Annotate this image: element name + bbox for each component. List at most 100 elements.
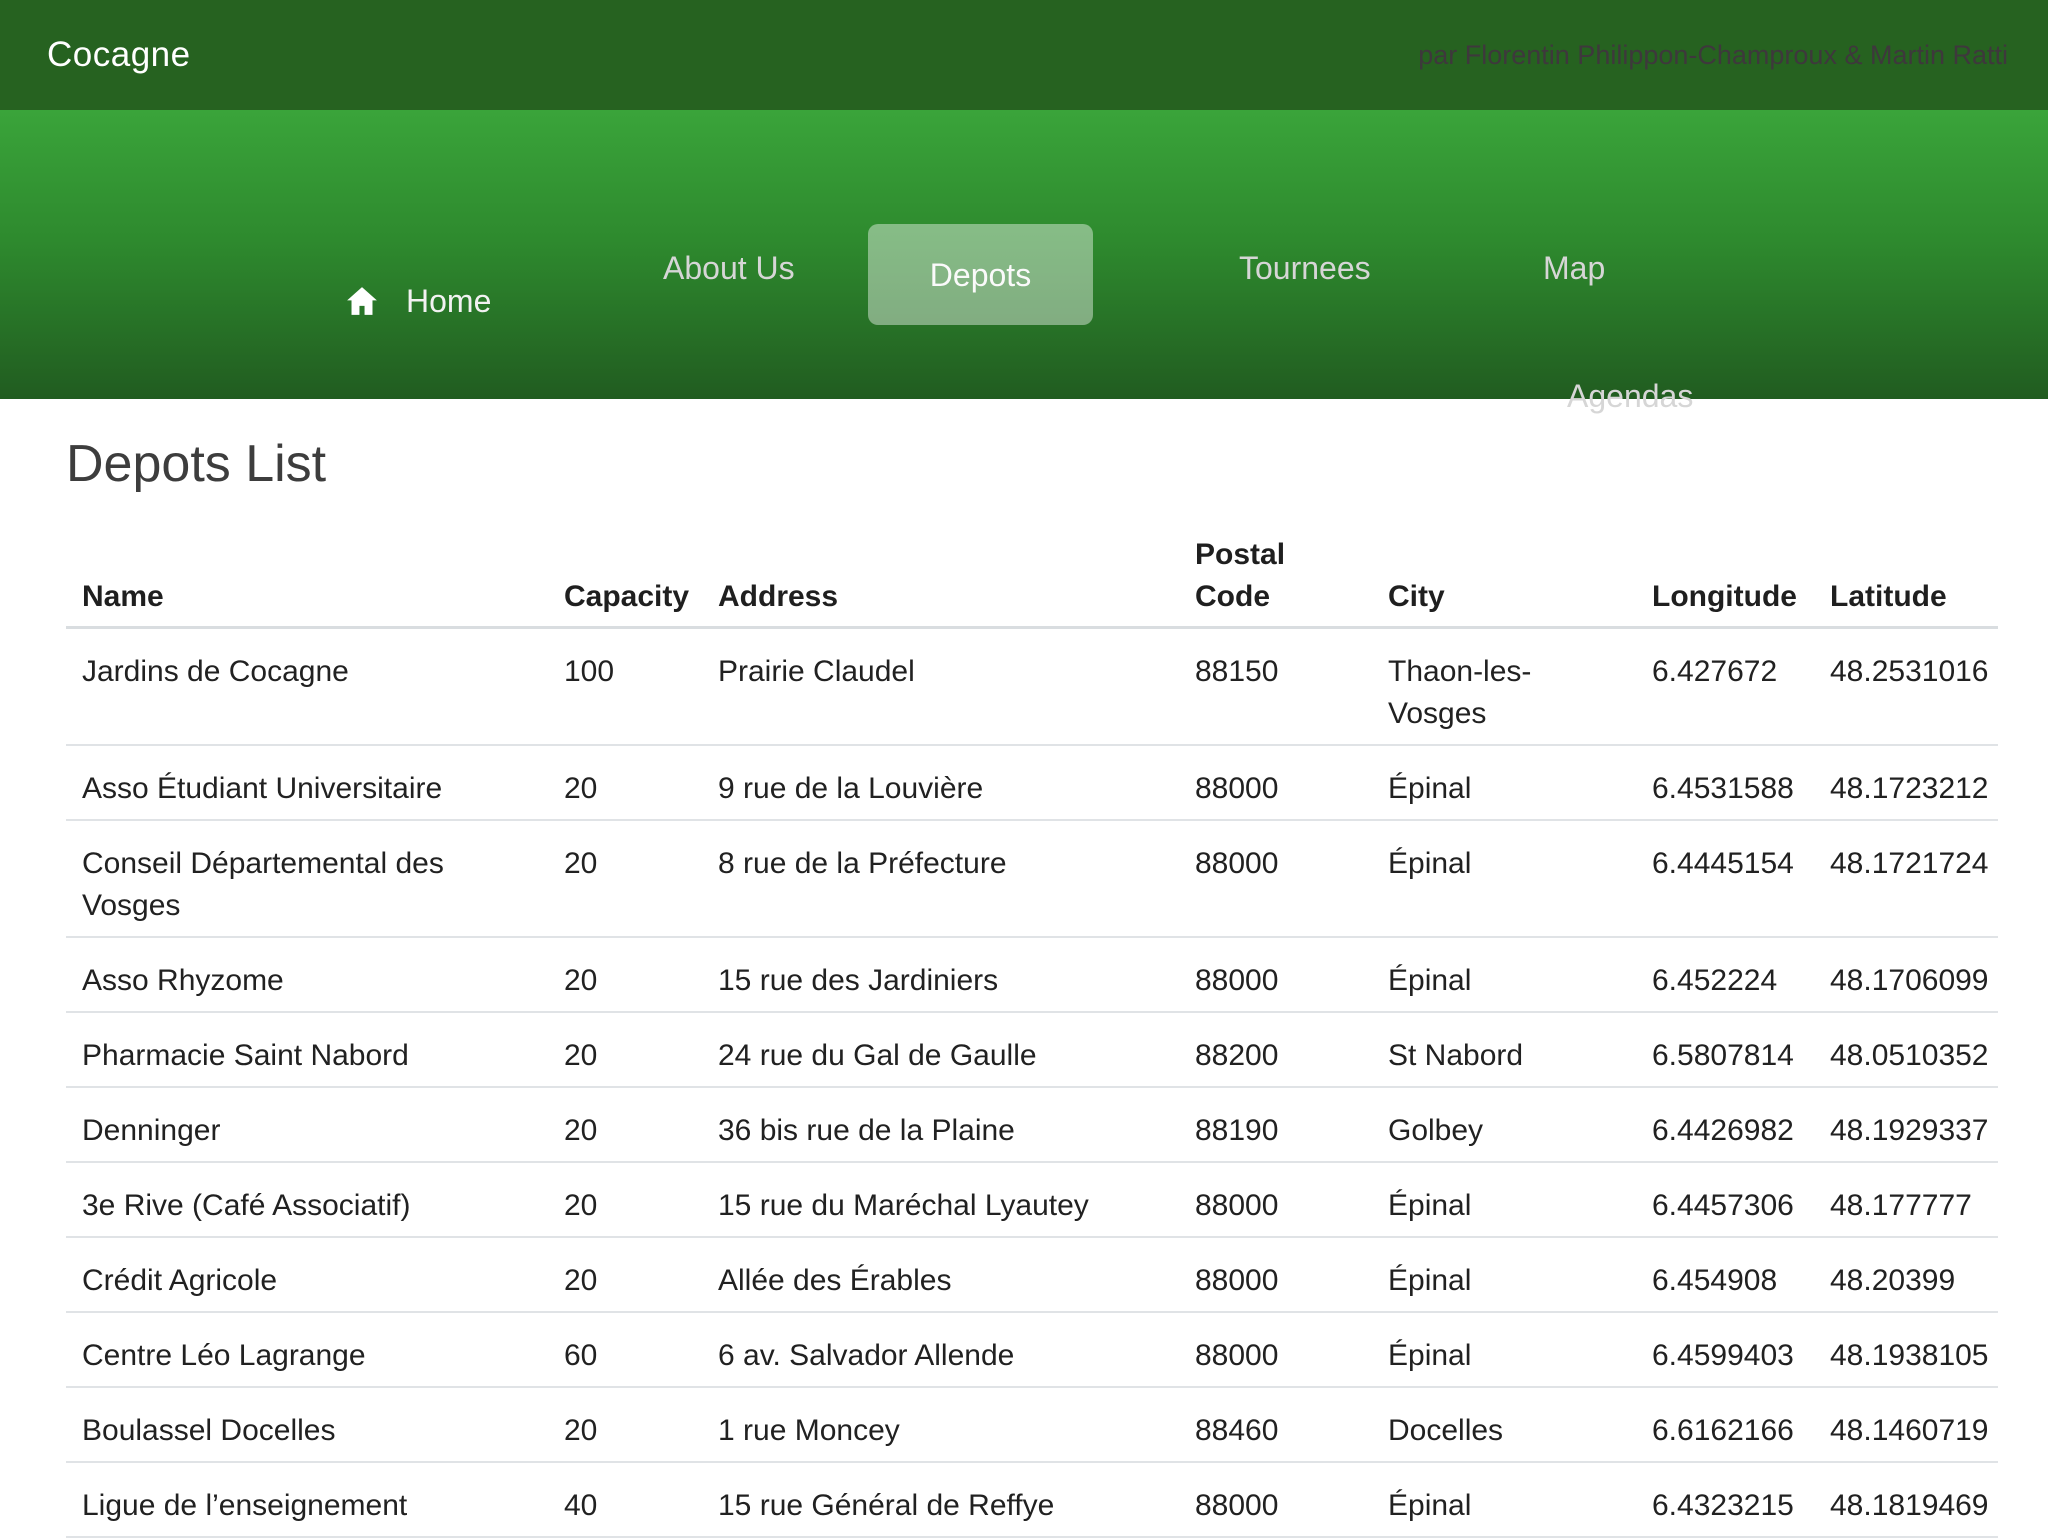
- table-row: Asso Étudiant Universitaire209 rue de la…: [66, 745, 1998, 820]
- nav-item-depots-active[interactable]: Depots: [868, 224, 1093, 325]
- cell-city: Thaon-les-Vosges: [1372, 628, 1636, 746]
- cell-postal-code: 88000: [1179, 1162, 1372, 1237]
- depots-table: Name Capacity Address Postal Code City L…: [66, 511, 1998, 1538]
- cell-latitude: 48.1721724: [1814, 820, 1998, 937]
- cell-name: Boulassel Docelles: [66, 1387, 548, 1462]
- cell-name: Crédit Agricole: [66, 1237, 548, 1312]
- cell-name: 3e Rive (Café Associatif): [66, 1162, 548, 1237]
- cell-latitude: 48.177777: [1814, 1162, 1998, 1237]
- cell-address: 15 rue Général de Reffye: [702, 1462, 1179, 1537]
- column-header-city: City: [1372, 511, 1636, 628]
- cell-city: Docelles: [1372, 1387, 1636, 1462]
- table-row: Ligue de l’enseignement4015 rue Général …: [66, 1462, 1998, 1537]
- cell-longitude: 6.452224: [1636, 937, 1814, 1012]
- column-header-capacity: Capacity: [548, 511, 702, 628]
- home-icon: [345, 283, 379, 319]
- cell-address: 36 bis rue de la Plaine: [702, 1087, 1179, 1162]
- column-header-name: Name: [66, 511, 548, 628]
- cell-longitude: 6.4426982: [1636, 1087, 1814, 1162]
- cell-postal-code: 88000: [1179, 1462, 1372, 1537]
- nav-item-agendas[interactable]: Agendas: [1567, 378, 1693, 414]
- nav-item-home[interactable]: Home: [345, 283, 491, 319]
- table-row: Conseil Départemental des Vosges208 rue …: [66, 820, 1998, 937]
- cell-postal-code: 88000: [1179, 820, 1372, 937]
- cell-latitude: 48.1938105: [1814, 1312, 1998, 1387]
- cell-name: Asso Rhyzome: [66, 937, 548, 1012]
- column-header-postal-code: Postal Code: [1179, 511, 1372, 628]
- cell-name: Denninger: [66, 1087, 548, 1162]
- cell-name: Jardins de Cocagne: [66, 628, 548, 746]
- cell-address: 15 rue du Maréchal Lyautey: [702, 1162, 1179, 1237]
- cell-longitude: 6.454908: [1636, 1237, 1814, 1312]
- cell-capacity: 20: [548, 1012, 702, 1087]
- cell-capacity: 60: [548, 1312, 702, 1387]
- table-row: Centre Léo Lagrange606 av. Salvador Alle…: [66, 1312, 1998, 1387]
- main-nav: Home About Us Depots Tournees Map Agenda…: [0, 110, 2048, 399]
- cell-postal-code: 88150: [1179, 628, 1372, 746]
- nav-item-tournees[interactable]: Tournees: [1239, 250, 1371, 286]
- cell-latitude: 48.1706099: [1814, 937, 1998, 1012]
- cell-latitude: 48.2531016: [1814, 628, 1998, 746]
- table-row: Crédit Agricole20Allée des Érables88000É…: [66, 1237, 1998, 1312]
- cell-capacity: 100: [548, 628, 702, 746]
- cell-postal-code: 88000: [1179, 1237, 1372, 1312]
- nav-item-map[interactable]: Map: [1543, 250, 1605, 286]
- cell-city: Épinal: [1372, 1312, 1636, 1387]
- cell-capacity: 20: [548, 820, 702, 937]
- author-credit: par Florentin Philippon-Champroux & Mart…: [1418, 40, 2008, 71]
- cell-address: 1 rue Moncey: [702, 1387, 1179, 1462]
- cell-city: Épinal: [1372, 1237, 1636, 1312]
- cell-longitude: 6.4457306: [1636, 1162, 1814, 1237]
- cell-capacity: 20: [548, 745, 702, 820]
- cell-postal-code: 88190: [1179, 1087, 1372, 1162]
- cell-capacity: 40: [548, 1462, 702, 1537]
- cell-longitude: 6.427672: [1636, 628, 1814, 746]
- cell-longitude: 6.4599403: [1636, 1312, 1814, 1387]
- cell-address: Allée des Érables: [702, 1237, 1179, 1312]
- cell-postal-code: 88000: [1179, 1312, 1372, 1387]
- cell-capacity: 20: [548, 1387, 702, 1462]
- cell-address: 8 rue de la Préfecture: [702, 820, 1179, 937]
- cell-capacity: 20: [548, 1237, 702, 1312]
- table-row: Denninger2036 bis rue de la Plaine88190G…: [66, 1087, 1998, 1162]
- cell-latitude: 48.1460719: [1814, 1387, 1998, 1462]
- cell-name: Asso Étudiant Universitaire: [66, 745, 548, 820]
- cell-address: Prairie Claudel: [702, 628, 1179, 746]
- table-body: Jardins de Cocagne100Prairie Claudel8815…: [66, 628, 1998, 1538]
- column-header-longitude: Longitude: [1636, 511, 1814, 628]
- nav-item-about-us[interactable]: About Us: [663, 250, 795, 286]
- cell-address: 24 rue du Gal de Gaulle: [702, 1012, 1179, 1087]
- brand-title: Cocagne: [47, 35, 191, 75]
- cell-address: 9 rue de la Louvière: [702, 745, 1179, 820]
- column-header-address: Address: [702, 511, 1179, 628]
- cell-latitude: 48.0510352: [1814, 1012, 1998, 1087]
- cell-postal-code: 88000: [1179, 937, 1372, 1012]
- cell-city: St Nabord: [1372, 1012, 1636, 1087]
- cell-postal-code: 88200: [1179, 1012, 1372, 1087]
- cell-city: Épinal: [1372, 1462, 1636, 1537]
- table-row: Jardins de Cocagne100Prairie Claudel8815…: [66, 628, 1998, 746]
- cell-latitude: 48.1723212: [1814, 745, 1998, 820]
- table-row: Boulassel Docelles201 rue Moncey88460Doc…: [66, 1387, 1998, 1462]
- page-title: Depots List: [66, 433, 1998, 495]
- cell-longitude: 6.6162166: [1636, 1387, 1814, 1462]
- cell-capacity: 20: [548, 937, 702, 1012]
- cell-city: Golbey: [1372, 1087, 1636, 1162]
- cell-longitude: 6.5807814: [1636, 1012, 1814, 1087]
- cell-name: Centre Léo Lagrange: [66, 1312, 548, 1387]
- cell-latitude: 48.1929337: [1814, 1087, 1998, 1162]
- table-row: Pharmacie Saint Nabord2024 rue du Gal de…: [66, 1012, 1998, 1087]
- content-area: Depots List Name Capacity Address Postal…: [0, 433, 2048, 1538]
- column-header-latitude: Latitude: [1814, 511, 1998, 628]
- table-row: 3e Rive (Café Associatif)2015 rue du Mar…: [66, 1162, 1998, 1237]
- cell-city: Épinal: [1372, 1162, 1636, 1237]
- cell-capacity: 20: [548, 1087, 702, 1162]
- cell-city: Épinal: [1372, 937, 1636, 1012]
- cell-name: Ligue de l’enseignement: [66, 1462, 548, 1537]
- table-header-row: Name Capacity Address Postal Code City L…: [66, 511, 1998, 628]
- cell-postal-code: 88460: [1179, 1387, 1372, 1462]
- cell-name: Conseil Départemental des Vosges: [66, 820, 548, 937]
- cell-city: Épinal: [1372, 745, 1636, 820]
- cell-longitude: 6.4323215: [1636, 1462, 1814, 1537]
- table-row: Asso Rhyzome2015 rue des Jardiniers88000…: [66, 937, 1998, 1012]
